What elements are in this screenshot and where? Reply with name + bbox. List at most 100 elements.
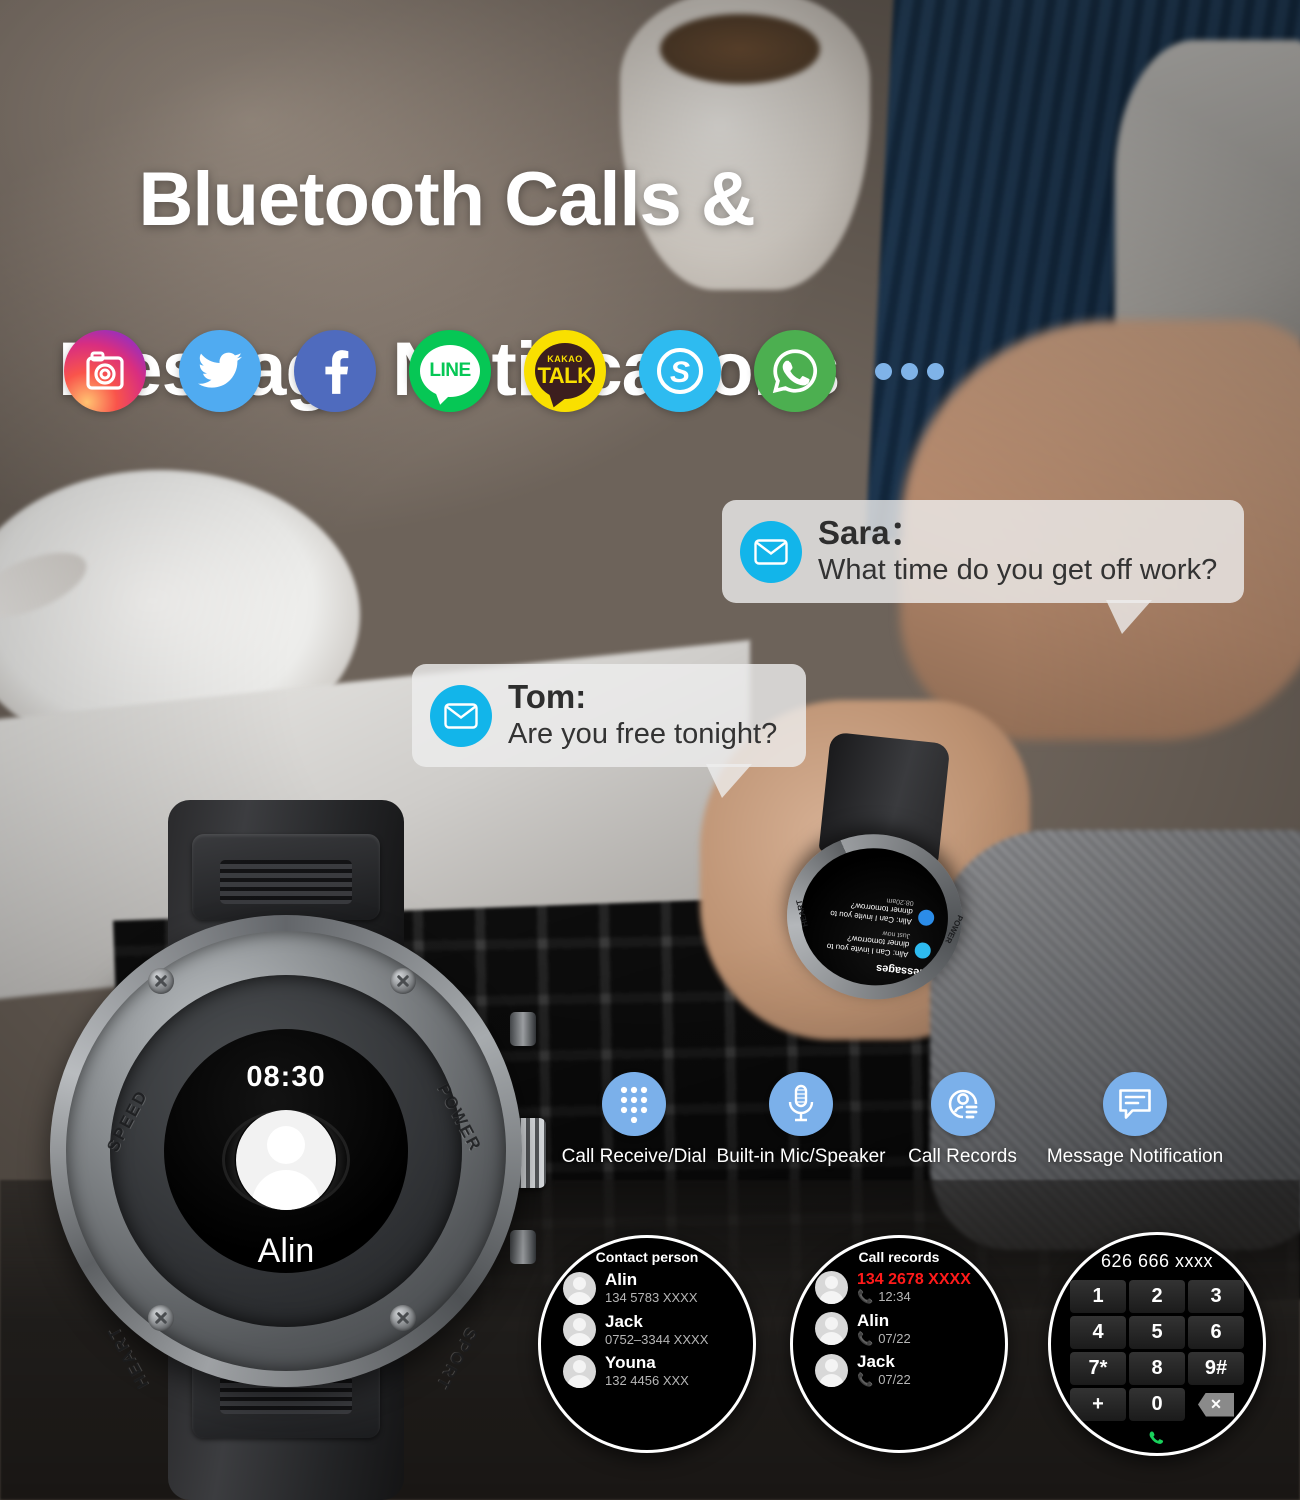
avatar	[563, 1354, 596, 1388]
notification-sender: Sara：	[818, 514, 923, 551]
contact-record-icon	[930, 1072, 995, 1136]
skype-icon[interactable]: S	[639, 330, 721, 412]
instagram-glyph	[86, 351, 124, 390]
dialer-keypad: 1 2 3 4 5 6 7* 8 9# + 0 ✕	[1051, 1280, 1263, 1421]
case-screw	[148, 1305, 174, 1331]
notification-bubble-sara: Sara： What time do you get off work?	[722, 500, 1244, 636]
dial-key-3[interactable]: 3	[1188, 1280, 1244, 1313]
dialpad-glyph	[620, 1086, 648, 1123]
list-item[interactable]: Jack 0752–3344 XXXX	[563, 1311, 753, 1348]
record-name: Alin	[857, 1310, 890, 1330]
record-time: 07/22	[878, 1330, 911, 1346]
caller-name: Alin	[257, 1232, 315, 1270]
record-time: 07/22	[878, 1372, 911, 1388]
contact-number: 134 5783 XXXX	[605, 1290, 698, 1305]
facebook-f-glyph	[325, 350, 349, 394]
record-time-row: 📞 07/22	[857, 1331, 911, 1347]
feature-label: Built-in Mic/Speaker	[716, 1146, 886, 1167]
dial-key-7[interactable]: 7*	[1070, 1352, 1126, 1385]
envelope-icon	[430, 684, 492, 747]
dial-key-0[interactable]: 0	[1129, 1388, 1185, 1421]
line-bubble-shape: LINE	[420, 345, 480, 397]
list-item[interactable]: Jack 📞 07/22	[815, 1352, 1005, 1388]
message-bubble-icon	[1103, 1072, 1167, 1136]
dial-key-5[interactable]: 5	[1129, 1316, 1185, 1349]
watch-side-button-top[interactable]	[510, 1012, 536, 1046]
record-name: Jack	[857, 1352, 895, 1372]
case-screw	[148, 968, 174, 994]
watch-bezel: 08:30 Alin	[66, 931, 506, 1371]
feature-call-receive-dial: Call Receive/Dial	[556, 1072, 712, 1168]
dial-key-9[interactable]: 9#	[1188, 1352, 1244, 1385]
dial-key-6[interactable]: 6	[1188, 1316, 1244, 1349]
bezel-word-heart: HEART	[103, 1322, 153, 1392]
watch-screen-dialer: 626 666 xxxx 1 2 3 4 5 6 7* 8 9# + 0 ✕	[1048, 1232, 1266, 1456]
envelope-icon	[740, 520, 802, 583]
kakao-label-main: TALK	[537, 362, 593, 388]
feature-mic-speaker: Built-in Mic/Speaker	[712, 1072, 890, 1168]
watch-side-button-bottom[interactable]	[510, 1230, 536, 1264]
feature-label: Message Notification	[1046, 1146, 1224, 1167]
watch-bezel-inner: 08:30 Alin	[110, 975, 462, 1327]
wrist-watch-screen: Messages Alin: Can I invite you to dinne…	[794, 841, 955, 993]
feature-call-records: Call Records	[890, 1072, 1035, 1168]
case-screw	[390, 968, 416, 994]
list-item[interactable]: Alin 📞 07/22	[815, 1310, 1005, 1347]
list-item[interactable]: Youna 132 4456 XXX	[563, 1353, 753, 1389]
line-icon[interactable]: LINE	[409, 330, 491, 412]
notification-message: Are you free tonight?	[508, 717, 778, 750]
contact-record-glyph	[948, 1089, 977, 1119]
record-time-row: 📞 12:34	[857, 1289, 971, 1305]
microphone-glyph	[788, 1084, 814, 1122]
facebook-icon[interactable]	[294, 330, 376, 412]
outgoing-call-icon: 📞	[857, 1330, 874, 1346]
dial-key-plus[interactable]: +	[1070, 1388, 1126, 1421]
twitter-icon[interactable]	[179, 330, 261, 412]
list-item[interactable]: Alin 134 5783 XXXX	[563, 1270, 753, 1306]
dial-key-8[interactable]: 8	[1129, 1352, 1185, 1385]
missed-call-icon: 📞	[857, 1289, 874, 1305]
more-dots-icon[interactable]	[875, 362, 944, 380]
feature-message-notification: Message Notification	[1035, 1072, 1235, 1168]
envelope-glyph	[754, 539, 788, 565]
dial-key-backspace[interactable]: ✕	[1188, 1388, 1244, 1421]
avatar	[563, 1313, 596, 1347]
headline-line-1: Bluetooth Calls &	[138, 157, 755, 243]
supported-apps-row: LINE KAKAO TALK S	[64, 330, 944, 412]
notification-text-sara: Sara： What time do you get off work?	[818, 514, 1217, 587]
feature-label: Call Receive/Dial	[561, 1146, 707, 1167]
bezel-word-sport: SPORT	[432, 1324, 482, 1394]
smartwatch-main: 08:30 Alin SPEED POWER HEART SPORT	[40, 800, 546, 1500]
more-dot	[927, 362, 944, 380]
kakao-bubble-shape: KAKAO TALK	[535, 343, 595, 399]
notification-text-tom: Tom: Are you free tonight?	[508, 678, 778, 751]
line-label: LINE	[429, 360, 471, 381]
backspace-icon: ✕	[1198, 1392, 1234, 1417]
dial-key-1[interactable]: 1	[1070, 1280, 1126, 1313]
dial-key-2[interactable]: 2	[1129, 1280, 1185, 1313]
dialpad-icon	[602, 1072, 666, 1136]
watch-time: 08:30	[246, 1061, 326, 1093]
watch-case: 08:30 Alin SPEED POWER HEART SPORT	[50, 915, 522, 1394]
record-time: 12:34	[878, 1289, 911, 1304]
page-title: Bluetooth Calls & Message Notifications	[58, 72, 840, 583]
instagram-icon[interactable]	[64, 330, 146, 412]
contact-name: Jack	[605, 1311, 643, 1331]
more-dot	[901, 362, 918, 380]
avatar	[815, 1312, 848, 1346]
kakaotalk-icon[interactable]: KAKAO TALK	[524, 330, 606, 412]
feature-label: Call Records	[908, 1146, 1017, 1167]
dial-key-4[interactable]: 4	[1070, 1316, 1126, 1349]
avatar	[236, 1110, 336, 1210]
avatar	[815, 1353, 848, 1387]
record-number: 134 2678 XXXX	[857, 1271, 971, 1288]
list-item[interactable]: 134 2678 XXXX 📞 12:34	[815, 1271, 1005, 1305]
case-screw	[390, 1305, 416, 1331]
contact-number: 0752–3344 XXXX	[605, 1331, 709, 1347]
notification-sender: Tom:	[508, 678, 587, 715]
caller-avatar-ring	[222, 1110, 350, 1210]
contact-name: Alin	[605, 1270, 638, 1289]
microphone-icon	[769, 1072, 833, 1136]
whatsapp-icon[interactable]	[754, 330, 836, 412]
avatar	[563, 1271, 596, 1305]
